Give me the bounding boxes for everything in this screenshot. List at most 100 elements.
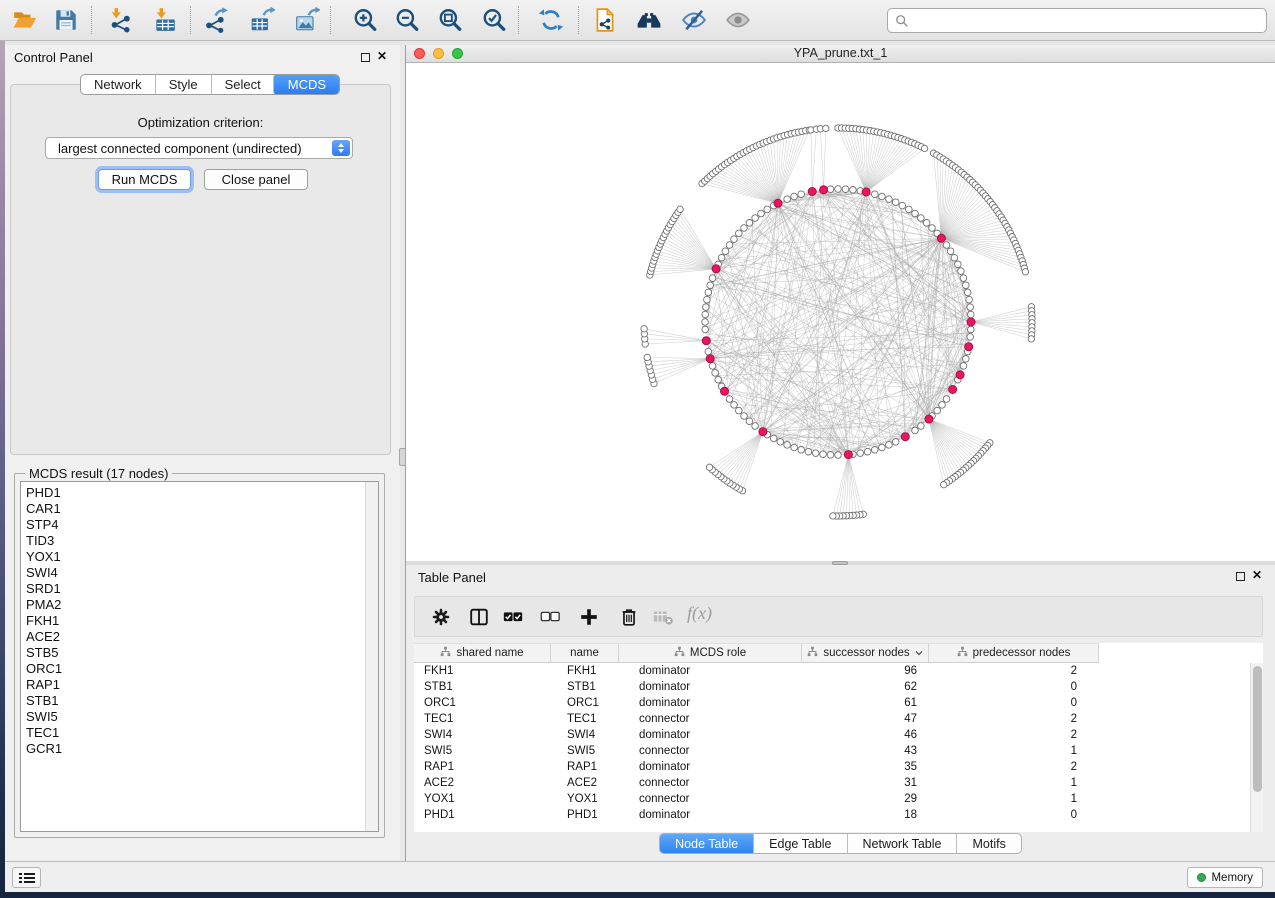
criterion-dropdown[interactable]: largest connected component (undirected): [45, 137, 353, 159]
vertical-splitter[interactable]: [400, 45, 406, 861]
mcds-result-item[interactable]: TID3: [21, 533, 378, 549]
zoom-selected-button[interactable]: [479, 5, 509, 35]
add-column-button[interactable]: [577, 604, 603, 630]
mcds-result-item[interactable]: STB1: [21, 693, 378, 709]
tab-edge-table[interactable]: Edge Table: [753, 834, 846, 853]
table-cell: connector: [619, 791, 802, 807]
close-window-icon[interactable]: [414, 48, 425, 59]
zoom-fit-button[interactable]: [435, 5, 465, 35]
tab-motifs[interactable]: Motifs: [956, 834, 1020, 853]
mcds-result-item[interactable]: YOX1: [21, 549, 378, 565]
vertical-splitter-handle[interactable]: [399, 448, 406, 466]
mcds-result-item[interactable]: PMA2: [21, 597, 378, 613]
table-cell: dominator: [619, 695, 802, 711]
function-builder-button[interactable]: f(x): [687, 603, 712, 624]
table-row[interactable]: SWI4SWI4dominator462: [414, 727, 1263, 743]
mcds-result-item[interactable]: ACE2: [21, 629, 378, 645]
mcds-result-item[interactable]: ORC1: [21, 661, 378, 677]
float-panel-button[interactable]: [361, 53, 370, 62]
memory-button[interactable]: Memory: [1187, 867, 1263, 888]
mcds-result-item[interactable]: CAR1: [21, 501, 378, 517]
tab-node-table[interactable]: Node Table: [660, 834, 753, 853]
mcds-result-item[interactable]: SWI4: [21, 565, 378, 581]
network-canvas[interactable]: [406, 63, 1275, 561]
mcds-result-item[interactable]: STP4: [21, 517, 378, 533]
status-bar: Memory: [5, 861, 1275, 892]
mcds-result-item[interactable]: PHD1: [21, 485, 378, 501]
table-scrollbar-thumb[interactable]: [1253, 666, 1262, 792]
mcds-result-item[interactable]: FKH1: [21, 613, 378, 629]
export-image-button[interactable]: [292, 5, 322, 35]
column-header-mcds-role[interactable]: MCDS role: [619, 643, 802, 663]
column-header-predecessor-nodes[interactable]: predecessor nodes: [929, 643, 1099, 663]
table-header-filler: [1099, 643, 1263, 663]
export-network-button[interactable]: [200, 5, 230, 35]
delete-table-button[interactable]: [651, 604, 677, 630]
table-cell: 2: [929, 727, 1099, 743]
mcds-result-item[interactable]: SRD1: [21, 581, 378, 597]
open-session-button[interactable]: [10, 5, 40, 35]
table-row[interactable]: TEC1TEC1connector472: [414, 711, 1263, 727]
mcds-result-item[interactable]: RAP1: [21, 677, 378, 693]
table-cell: SWI4: [551, 727, 619, 743]
zoom-out-icon: [394, 7, 420, 33]
apply-layout-button[interactable]: [536, 5, 566, 35]
close-panel-button[interactable]: ✕: [375, 49, 389, 63]
toolbar-separator: [330, 6, 331, 34]
mcds-result-item[interactable]: TEC1: [21, 725, 378, 741]
export-table-button[interactable]: [247, 5, 277, 35]
close-table-panel-button[interactable]: ✕: [1250, 568, 1264, 582]
table-cell: RAP1: [414, 759, 551, 775]
table-settings-button[interactable]: [429, 604, 455, 630]
dropdown-spinner-icon: [332, 140, 350, 156]
column-header-successor-nodes[interactable]: successor nodes: [802, 643, 929, 663]
tab-mcds[interactable]: MCDS: [273, 74, 340, 95]
tab-network[interactable]: Network: [81, 75, 155, 94]
table-row[interactable]: STB1STB1dominator620: [414, 679, 1263, 695]
horizontal-splitter-handle[interactable]: [832, 561, 848, 565]
maximize-window-icon[interactable]: [452, 48, 463, 59]
zoom-in-button[interactable]: [350, 5, 380, 35]
table-header-row: shared namenameMCDS rolesuccessor nodesp…: [414, 643, 1263, 663]
table-row[interactable]: ACE2ACE2connector311: [414, 775, 1263, 791]
node-table: shared namenameMCDS rolesuccessor nodesp…: [414, 643, 1263, 832]
tab-select[interactable]: Select: [211, 75, 274, 94]
table-row[interactable]: FKH1FKH1dominator962: [414, 663, 1263, 679]
table-row[interactable]: YOX1YOX1connector291: [414, 791, 1263, 807]
search-input[interactable]: [909, 11, 1266, 31]
import-table-button[interactable]: [150, 5, 180, 35]
import-network-button[interactable]: [105, 5, 135, 35]
table-row[interactable]: SWI5SWI5connector431: [414, 743, 1263, 759]
mcds-result-item[interactable]: GCR1: [21, 741, 378, 757]
horizontal-splitter[interactable]: [406, 561, 1275, 565]
column-header-name[interactable]: name: [551, 643, 619, 663]
save-session-button[interactable]: [51, 5, 81, 35]
zoom-out-button[interactable]: [392, 5, 422, 35]
table-row[interactable]: RAP1RAP1dominator352: [414, 759, 1263, 775]
mcds-list-scrollbar[interactable]: [365, 482, 378, 831]
tab-style[interactable]: Style: [155, 75, 211, 94]
run-mcds-button[interactable]: Run MCDS: [98, 169, 191, 190]
application-window: Control Panel ✕ NetworkStyleSelectMCDS O…: [0, 0, 1275, 898]
delete-column-button[interactable]: [617, 604, 643, 630]
show-all-button[interactable]: [723, 5, 753, 35]
minimize-window-icon[interactable]: [433, 48, 444, 59]
new-network-from-selection-button[interactable]: [590, 5, 620, 35]
deselect-all-rows-button[interactable]: [538, 604, 564, 630]
select-all-rows-button[interactable]: [501, 604, 527, 630]
hide-selected-button[interactable]: [679, 5, 709, 35]
float-table-panel-button[interactable]: [1236, 572, 1245, 581]
table-row[interactable]: ORC1ORC1dominator610: [414, 695, 1263, 711]
first-neighbors-button[interactable]: [634, 5, 664, 35]
table-row[interactable]: PHD1PHD1dominator180: [414, 807, 1263, 823]
import-network-icon: [107, 7, 133, 33]
tab-network-table[interactable]: Network Table: [847, 834, 957, 853]
show-columns-button[interactable]: [467, 604, 493, 630]
mcds-result-list: PHD1CAR1STP4TID3YOX1SWI4SRD1PMA2FKH1ACE2…: [20, 481, 379, 832]
column-header-shared-name[interactable]: shared name: [414, 643, 551, 663]
mcds-result-item[interactable]: SWI5: [21, 709, 378, 725]
mcds-result-item[interactable]: STB5: [21, 645, 378, 661]
close-panel-button-mcds[interactable]: Close panel: [204, 169, 308, 190]
task-history-button[interactable]: [12, 867, 41, 888]
table-scrollbar[interactable]: [1250, 663, 1263, 832]
